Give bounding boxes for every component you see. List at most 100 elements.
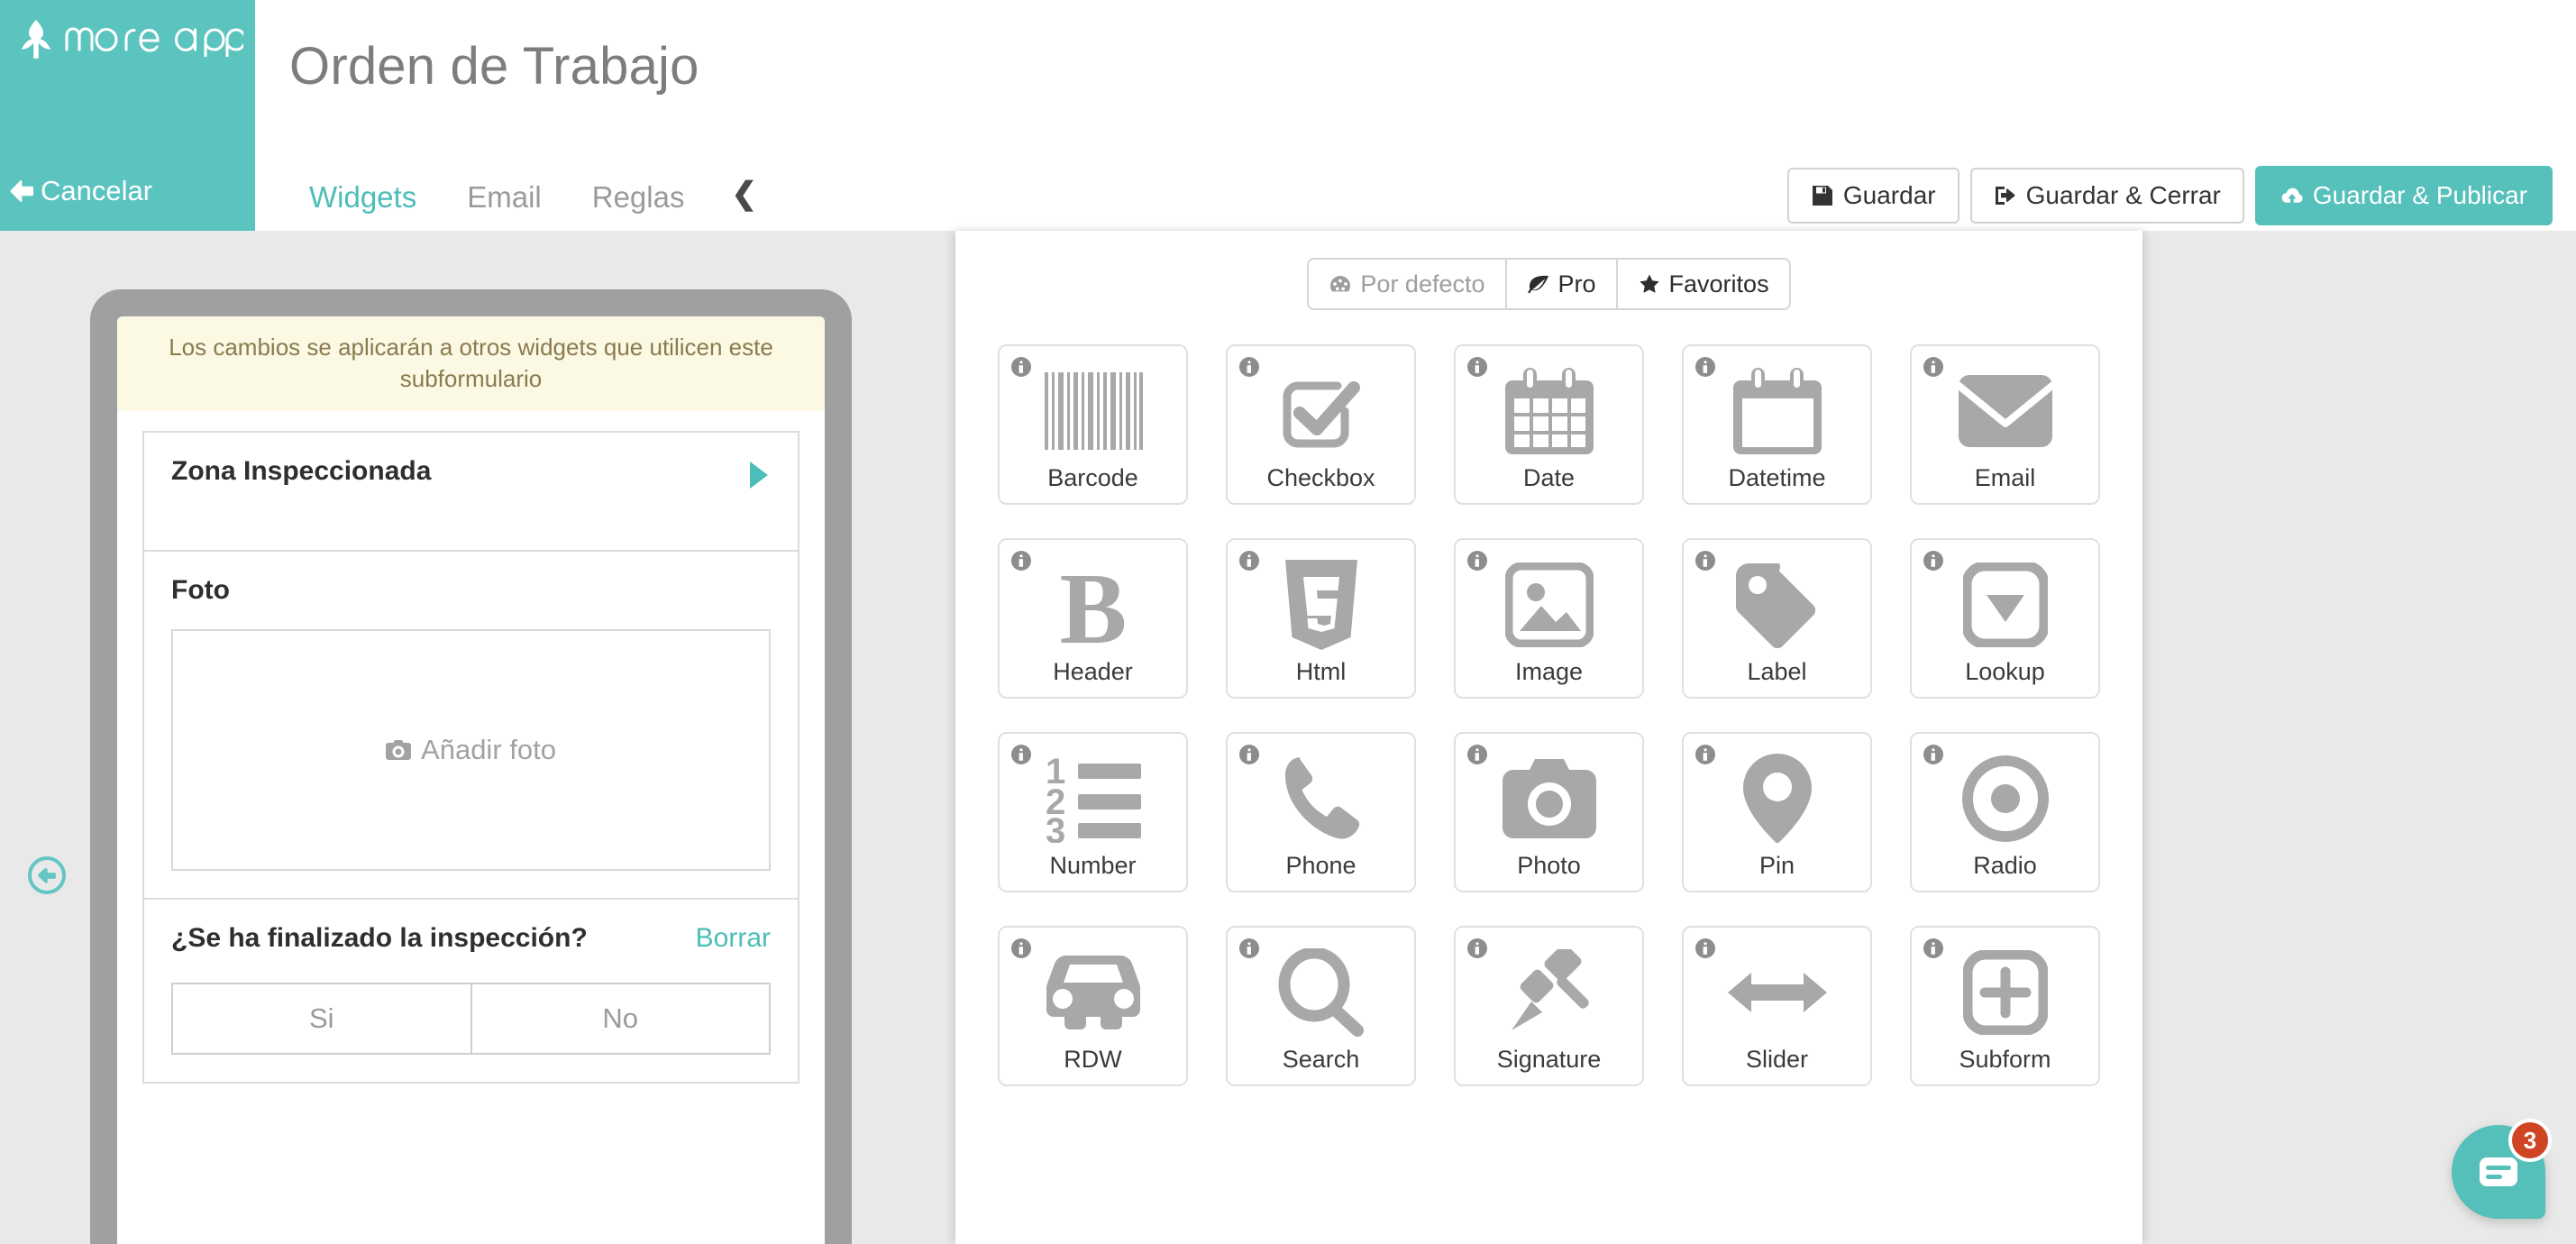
widget-card-label: Email (1974, 464, 2036, 491)
phone-screen: Los cambios se aplicarán a otros widgets… (117, 316, 825, 1244)
widget-card-lookup[interactable]: Lookup (1910, 538, 2100, 699)
info-icon[interactable] (1238, 743, 1261, 766)
widget-card-label: Checkbox (1266, 464, 1375, 491)
widget-card-checkbox[interactable]: Checkbox (1226, 344, 1416, 505)
widget-card-subform[interactable]: Subform (1910, 926, 2100, 1086)
widget-card-header[interactable]: B Header (998, 538, 1188, 699)
widget-card-rdw[interactable]: RDW (998, 926, 1188, 1086)
widget-card-html[interactable]: Html (1226, 538, 1416, 699)
widget-card-image[interactable]: Image (1454, 538, 1644, 699)
widget-card-number[interactable]: 123 Number (998, 732, 1188, 892)
preview-field-radio: ¿Se ha finalizado la inspección? Borrar … (142, 900, 799, 1084)
filter-pro[interactable]: Pro (1504, 260, 1616, 308)
yes-no-group: Si No (171, 983, 771, 1056)
info-icon[interactable] (1694, 549, 1717, 572)
widget-card-date[interactable]: Date (1454, 344, 1644, 505)
add-photo-dropzone[interactable]: Añadir foto (171, 629, 771, 872)
widget-card-label: Html (1295, 658, 1347, 685)
tab-reglas-label: Reglas (591, 180, 685, 214)
info-icon[interactable] (1238, 937, 1261, 960)
widget-card-label: Datetime (1728, 464, 1826, 491)
widget-card-label: Number (1049, 852, 1137, 879)
widget-card-label: Pin (1758, 852, 1795, 879)
widget-filter-bar: Por defecto Pro Favoritos (955, 231, 2142, 310)
filter-por-defecto[interactable]: Por defecto (1309, 260, 1505, 308)
widget-filter-group: Por defecto Pro Favoritos (1307, 258, 1791, 310)
widget-card-radio[interactable]: Radio (1910, 732, 2100, 892)
filter-pro-label: Pro (1557, 270, 1596, 297)
widget-card-label: RDW (1064, 1046, 1122, 1073)
widget-card-barcode[interactable]: Barcode (998, 344, 1188, 505)
widget-card-search[interactable]: Search (1226, 926, 1416, 1086)
info-icon[interactable] (1922, 355, 1945, 379)
info-icon[interactable] (1466, 549, 1489, 572)
widget-card-slider[interactable]: Slider (1682, 926, 1872, 1086)
preview-field-subform-label: Zona Inspeccionada (171, 456, 432, 487)
cancel-label: Cancelar (41, 175, 153, 206)
widget-card-label: Lookup (1965, 658, 2045, 685)
info-icon[interactable] (1009, 743, 1033, 766)
preview-field-subform[interactable]: Zona Inspeccionada (142, 431, 799, 553)
brand-sidebar: Cancelar (0, 0, 255, 250)
info-icon[interactable] (1466, 937, 1489, 960)
option-no[interactable]: No (471, 983, 771, 1056)
widget-card-signature[interactable]: Signature (1454, 926, 1644, 1086)
save-icon (1812, 186, 1832, 206)
chat-bubble-icon (2480, 1157, 2517, 1186)
widget-card-label-widget[interactable]: Label (1682, 538, 1872, 699)
chat-widget-button[interactable]: 3 (2452, 1119, 2552, 1219)
clear-button[interactable]: Borrar (696, 923, 771, 954)
widget-card-pin[interactable]: Pin (1682, 732, 1872, 892)
info-icon[interactable] (1922, 549, 1945, 572)
save-close-button[interactable]: Guardar & Cerrar (1969, 168, 2244, 224)
preview-field-radio-label: ¿Se ha finalizado la inspección? (171, 923, 588, 954)
tab-widgets-label: Widgets (309, 180, 417, 214)
moreapp-logo (20, 20, 243, 59)
filter-favoritos[interactable]: Favoritos (1615, 260, 1789, 308)
info-icon[interactable] (1922, 743, 1945, 766)
info-icon[interactable] (1009, 937, 1033, 960)
star-icon (1639, 274, 1659, 293)
circle-arrow-left-icon[interactable] (27, 855, 67, 895)
widget-grid: Barcode Checkbox Date Datetime Email B H… (955, 310, 2142, 1086)
info-icon[interactable] (1694, 355, 1717, 379)
widget-card-label: Header (1053, 658, 1133, 685)
info-icon[interactable] (1009, 355, 1033, 379)
preview-field-photo-label: Foto (171, 575, 230, 606)
chevron-left-icon[interactable]: ❮ (709, 168, 779, 209)
option-si[interactable]: Si (171, 983, 472, 1056)
info-icon[interactable] (1238, 355, 1261, 379)
widget-card-datetime[interactable]: Datetime (1682, 344, 1872, 505)
subform-notice: Los cambios se aplicarán a otros widgets… (117, 316, 825, 412)
cloud-upload-icon (2281, 188, 2303, 203)
save-button-label: Guardar (1842, 181, 1936, 209)
play-arrow-icon[interactable] (747, 460, 771, 490)
widget-card-phone[interactable]: Phone (1226, 732, 1416, 892)
widget-card-photo[interactable]: Photo (1454, 732, 1644, 892)
widget-panel: Por defecto Pro Favoritos Barcode Checkb… (955, 231, 2142, 1244)
info-icon[interactable] (1466, 743, 1489, 766)
save-button[interactable]: Guardar (1786, 168, 1959, 224)
info-icon[interactable] (1922, 937, 1945, 960)
widget-card-label: Date (1522, 464, 1576, 491)
info-icon[interactable] (1694, 937, 1717, 960)
info-icon[interactable] (1694, 743, 1717, 766)
info-icon[interactable] (1466, 355, 1489, 379)
chat-unread-badge: 3 (2508, 1119, 2552, 1162)
widget-card-label: Label (1747, 658, 1807, 685)
widget-card-label: Photo (1517, 852, 1581, 879)
widget-card-label: Radio (1973, 852, 2037, 879)
add-photo-label: Añadir foto (421, 734, 556, 766)
widget-card-email[interactable]: Email (1910, 344, 2100, 505)
info-icon[interactable] (1238, 549, 1261, 572)
widget-card-label: Image (1514, 658, 1584, 685)
main-canvas: Los cambios se aplicarán a otros widgets… (0, 231, 2576, 1244)
svg-text:3: 3 (1046, 811, 1065, 843)
widget-card-label: Slider (1745, 1046, 1809, 1073)
save-publish-button[interactable]: Guardar & Publicar (2254, 166, 2553, 225)
dashboard-icon (1330, 276, 1351, 292)
cancel-button[interactable]: Cancelar (9, 175, 152, 207)
widget-card-label: Subform (1959, 1046, 2051, 1073)
camera-icon (386, 740, 412, 761)
info-icon[interactable] (1009, 549, 1033, 572)
